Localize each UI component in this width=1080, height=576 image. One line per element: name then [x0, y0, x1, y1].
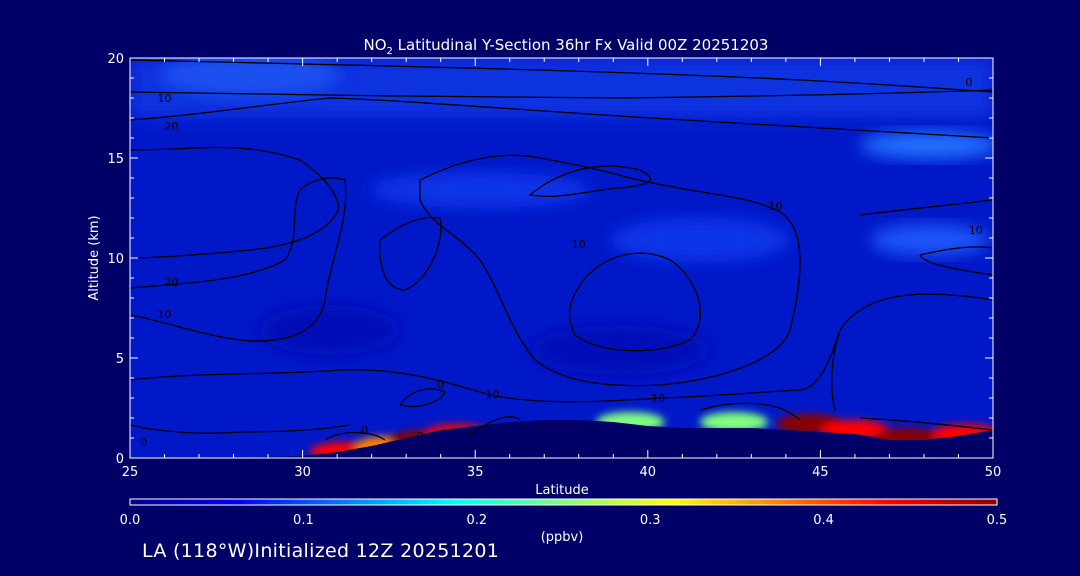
contour-label-9: 10 [485, 388, 499, 401]
x-tick-label: 25 [122, 465, 139, 480]
x-tick-label: 30 [294, 465, 311, 480]
contour-label-7: 10 [769, 200, 783, 213]
colorbar-tick-label: 0.3 [640, 513, 661, 528]
contour-label-1: 20 [164, 120, 178, 133]
colorbar-tick-label: 0.4 [813, 513, 834, 528]
no2-cross-section-chart: 102020100010101010 1000 0 25 30 35 40 45 50 051… [87, 36, 1008, 545]
y-tick-label: 20 [107, 52, 124, 67]
run-info-footer: LA (118°W)Initialized 12Z 20251201 [142, 540, 500, 562]
colorbar-tick-label: 0.0 [120, 513, 141, 528]
colorbar-tick-label: 0.2 [466, 513, 487, 528]
contour-label-0: 10 [158, 92, 172, 105]
colorbar-tick-label: 0.5 [987, 513, 1008, 528]
colorbar [129, 498, 998, 506]
contour-label-2: 20 [164, 276, 178, 289]
x-tick-label: 40 [640, 465, 657, 480]
colorbar-tick-label: 0.1 [293, 513, 314, 528]
y-tick-label: 0 [116, 452, 124, 467]
y-tick-label: 10 [107, 252, 124, 267]
y-axis-title: Altitude (km) [87, 215, 102, 300]
y-tick-label: 15 [107, 152, 124, 167]
contour-label-4: 0 [140, 436, 147, 449]
contour-label-11: 0 [437, 378, 444, 391]
contour-label-12: 0 [361, 424, 368, 437]
contour-label-3: 10 [158, 308, 172, 321]
x-tick-label: 35 [467, 465, 484, 480]
contour-label-13: 0 [416, 430, 423, 443]
contour-label-5: 0 [965, 76, 972, 89]
contour-label-8: 10 [572, 238, 586, 251]
x-tick-label: 45 [812, 465, 829, 480]
y-tick-label: 5 [116, 352, 124, 367]
contour-label-6: 10 [969, 224, 983, 237]
contour-label-10: 10 [651, 392, 665, 405]
chart-title: NO2 Latitudinal Y-Section 36hr Fx Valid … [364, 36, 769, 57]
colorbar-ticks: 0.0 0.1 0.2 0.3 0.4 0.5 [120, 513, 1008, 528]
x-tick-label: 50 [985, 465, 1002, 480]
colorbar-unit-label: (ppbv) [541, 530, 584, 545]
x-axis-title: Latitude [535, 483, 589, 498]
concentration-field: 10 20 20 10 0 0 10 10 10 10 10 0 0 0 [130, 58, 993, 458]
